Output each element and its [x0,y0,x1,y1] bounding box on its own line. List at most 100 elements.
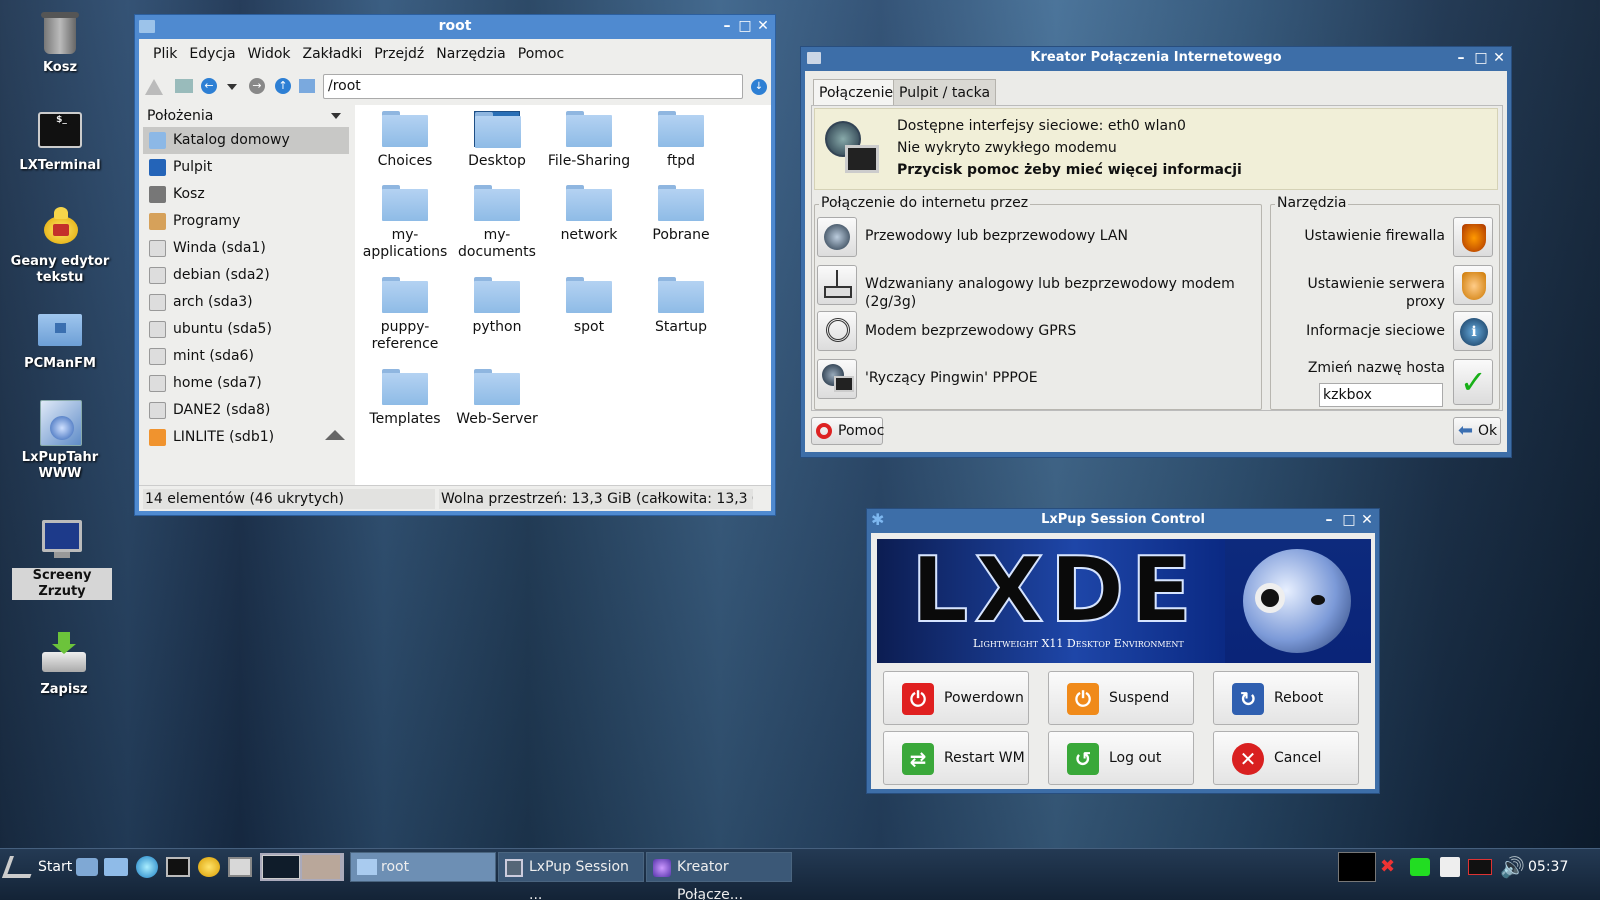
session-titlebar[interactable]: ✱ LxPup Session Control – □ ✕ [867,509,1379,533]
file-item-my-documents[interactable]: my-documents [451,185,543,261]
sidebar-item-programy[interactable]: Programy [143,208,349,235]
modem-button[interactable] [817,265,857,305]
windows-launcher-icon[interactable] [228,857,252,877]
maximize-icon[interactable]: □ [737,18,753,34]
gprs-button[interactable] [817,311,857,351]
menu-narzedzia[interactable]: Narzędzia [430,39,511,69]
sidebar-item-mint-sda6[interactable]: mint (sda6) [143,343,349,370]
clock[interactable]: 05:37 [1528,852,1572,882]
menu-zakladki[interactable]: Zakładki [297,39,369,69]
close-icon[interactable]: ✕ [1359,512,1375,528]
firewall-button[interactable] [1453,217,1493,257]
home-icon[interactable] [299,79,315,93]
sidebar-item-home-sda7[interactable]: home (sda7) [143,370,349,397]
sidebar-item-dane2-sda8[interactable]: DANE2 (sda8) [143,397,349,424]
cancel-button[interactable]: ✕ Cancel [1213,731,1359,785]
sidebar-item-ubuntu-sda5[interactable]: ubuntu (sda5) [143,316,349,343]
file-item-startup[interactable]: Startup [635,277,727,336]
reboot-button[interactable]: ↻ Reboot [1213,671,1359,725]
proxy-button[interactable] [1453,265,1493,305]
file-item-file-sharing[interactable]: File-Sharing [543,111,635,170]
drive-icon [149,294,166,311]
terminal-launcher-icon[interactable] [166,857,190,877]
taskbar-task-root[interactable]: root [350,852,496,882]
clipboard-icon[interactable] [1440,857,1460,877]
lan-button[interactable] [817,217,857,257]
menu-widok[interactable]: Widok [242,39,297,69]
desktop-icon-zapisz[interactable]: Zapisz [14,632,114,698]
network-launcher-icon[interactable] [76,858,98,876]
desktop-icon-geany[interactable]: Geany edytor tekstu [10,204,110,286]
taskbar-task-session[interactable]: LxPup Session ... [498,852,644,900]
battery-icon[interactable] [1410,858,1430,876]
new-tab-icon[interactable] [175,79,193,93]
back-icon[interactable]: ← [201,78,217,94]
suspend-button[interactable]: ⏻ Suspend [1048,671,1194,725]
maximize-icon[interactable]: □ [1473,50,1489,66]
netinfo-button[interactable]: i [1453,311,1493,351]
desktop-icon-screenshot[interactable]: Screeny Zrzuty [12,518,112,600]
close-icon[interactable]: ✕ [1491,50,1507,66]
history-dropdown-icon[interactable] [227,84,237,90]
sidebar-item-debian-sda2[interactable]: debian (sda2) [143,262,349,289]
minimize-icon[interactable]: – [1453,50,1469,66]
file-item-python[interactable]: python [451,277,543,336]
wizard-titlebar[interactable]: Kreator Połączenia Internetowego – □ ✕ [801,47,1511,71]
volume-icon[interactable]: 🔊 [1500,855,1525,879]
desktop-icon-browser[interactable]: LxPupTahr WWW [10,400,110,482]
sidebar-item-winda-sda1[interactable]: Winda (sda1) [143,235,349,262]
close-icon[interactable]: ✕ [755,18,771,34]
hostname-input[interactable]: kzkbox [1319,383,1443,407]
file-manager-titlebar[interactable]: root – □ ✕ [135,15,775,39]
tab-pulpit-tacka[interactable]: Pulpit / tacka [893,79,997,105]
editor-launcher-icon[interactable] [198,857,220,877]
sidebar-item-katalog-domowy[interactable]: Katalog domowy [143,127,349,154]
hostname-apply-button[interactable]: ✓ [1453,359,1493,405]
taskbar-task-wizard[interactable]: Kreator Połącze... [646,852,792,900]
filemanager-launcher-icon[interactable] [104,858,128,876]
help-button[interactable]: Pomoc [811,417,884,445]
menu-plik[interactable]: Plik [147,39,183,69]
file-item-web-server[interactable]: Web-Server [451,369,543,428]
file-item-spot[interactable]: spot [543,277,635,336]
file-item-choices[interactable]: Choices [359,111,451,170]
desktop-icon-pcmanfm[interactable]: PCManFM [10,306,110,372]
maximize-icon[interactable]: □ [1341,512,1357,528]
path-bar[interactable]: /root [323,74,743,99]
log-out-button[interactable]: ↺ Log out [1048,731,1194,785]
workspace-pager[interactable] [260,853,344,881]
forward-icon[interactable]: → [249,78,265,94]
desktop-icon-kosz[interactable]: Kosz [10,10,110,76]
file-item-pobrane[interactable]: Pobrane [635,185,727,244]
file-item-puppy-reference[interactable]: puppy-reference [359,277,451,353]
folder-icon [382,277,428,313]
up-icon[interactable]: ↑ [275,78,291,94]
browser-launcher-icon[interactable] [136,856,158,878]
tab-polaczenie[interactable]: Połączenie [813,79,900,105]
menu-przejdz[interactable]: Przejdź [368,39,430,69]
sidebar-item-linlite-sdb1[interactable]: LINLITE (sdb1) [143,424,349,451]
file-item-network[interactable]: network [543,185,635,244]
go-icon[interactable]: ↓ [751,79,767,95]
minimize-icon[interactable]: – [719,18,735,34]
file-item-desktop[interactable]: Desktop [451,111,543,170]
power-warning-icon[interactable] [1468,859,1492,875]
desktop-icon-lxterminal[interactable]: $_ LXTerminal [10,108,110,174]
restart-wm-button[interactable]: ⇄ Restart WM [883,731,1029,785]
file-item-templates[interactable]: Templates [359,369,451,428]
file-item-my-applications[interactable]: my-applications [359,185,451,261]
sidebar-item-pulpit[interactable]: Pulpit [143,154,349,181]
powerdown-button[interactable]: ⏻ Powerdown [883,671,1029,725]
sidebar-item-kosz[interactable]: Kosz [143,181,349,208]
network-disconnected-icon[interactable]: ✖ [1380,857,1395,877]
places-header[interactable]: Położenia [143,105,349,127]
sidebar-item-arch-sda3[interactable]: arch (sda3) [143,289,349,316]
ok-button[interactable]: ⬅ Ok [1453,417,1501,445]
start-button[interactable]: Start [1,852,72,882]
pppoe-button[interactable] [817,359,857,399]
minimize-icon[interactable]: – [1321,512,1337,528]
eject-icon[interactable] [325,430,345,440]
menu-pomoc[interactable]: Pomoc [512,39,570,69]
menu-edycja[interactable]: Edycja [183,39,241,69]
file-item-ftpd[interactable]: ftpd [635,111,727,170]
